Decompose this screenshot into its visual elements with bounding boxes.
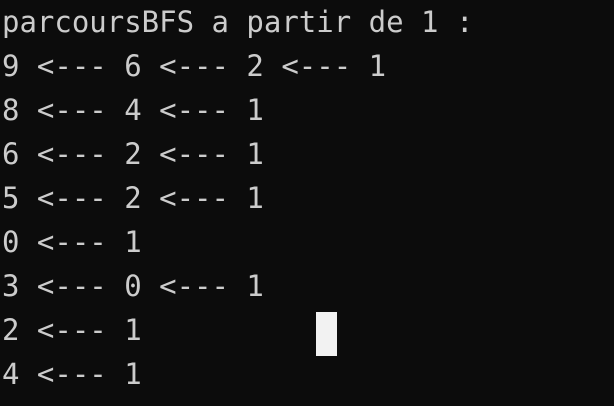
text-cursor xyxy=(316,312,337,356)
console-line: 3 <--- 0 <--- 1 xyxy=(2,269,264,303)
console-line: 5 <--- 2 <--- 1 xyxy=(2,181,264,215)
console-line: 9 <--- 6 <--- 2 <--- 1 xyxy=(2,49,387,83)
console-line: 6 <--- 2 <--- 1 xyxy=(2,137,264,171)
console-line: 8 <--- 4 <--- 1 xyxy=(2,93,264,127)
console-line-header: parcoursBFS a partir de 1 : xyxy=(2,5,474,39)
console-window[interactable]: parcoursBFS a partir de 1 : 9 <--- 6 <--… xyxy=(0,0,614,406)
console-line: 2 <--- 1 xyxy=(2,313,142,347)
console-line: 0 <--- 1 xyxy=(2,225,142,259)
console-line: 4 <--- 1 xyxy=(2,357,142,391)
